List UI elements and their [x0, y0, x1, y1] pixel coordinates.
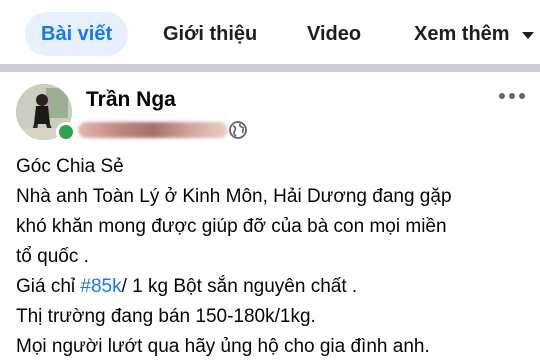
post-line: tổ quốc . [16, 246, 89, 267]
post-line: khó khăn mong được giúp đỡ của bà con mọ… [16, 216, 447, 237]
tab-more[interactable]: Xem thêm [414, 12, 535, 56]
tab-more-label: Xem thêm [414, 23, 510, 45]
globe-icon[interactable] [228, 120, 248, 140]
author-name[interactable]: Trần Nga [86, 88, 176, 112]
profile-tabs: Bài viết Giới thiệu Video Xem thêm [0, 0, 540, 64]
online-status-dot [56, 122, 76, 142]
section-divider [0, 64, 540, 72]
post-meta-blurred [78, 122, 228, 138]
tab-about[interactable]: Giới thiệu [163, 12, 257, 56]
price-text-before: Giá chỉ [16, 276, 81, 297]
post-body: Góc Chia Sẻ Nhà anh Toàn Lý ở Kinh Môn, … [16, 152, 531, 362]
hashtag-link[interactable]: #85k [80, 276, 121, 297]
post-card: Trần Nga Góc Chia Sẻ Nhà anh Toàn Lý ở K… [0, 72, 540, 360]
post-line: Góc Chia Sẻ [16, 156, 124, 177]
tab-video[interactable]: Video [307, 12, 361, 56]
caret-down-icon [521, 13, 535, 57]
post-line: Mọi người lướt qua hãy ủng hộ cho gia đì… [16, 336, 430, 357]
price-text-after: / 1 kg Bột sắn nguyên chất . [121, 276, 358, 297]
post-line: Thị trường đang bán 150-180k/1kg. [16, 306, 316, 327]
more-horizontal-icon[interactable] [496, 84, 528, 108]
post-line: Nhà anh Toàn Lý ở Kinh Môn, Hải Dương đa… [16, 186, 452, 207]
tab-posts[interactable]: Bài viết [25, 12, 129, 56]
post-line-price: Giá chỉ #85k/ 1 kg Bột sắn nguyên chất . [16, 272, 531, 302]
